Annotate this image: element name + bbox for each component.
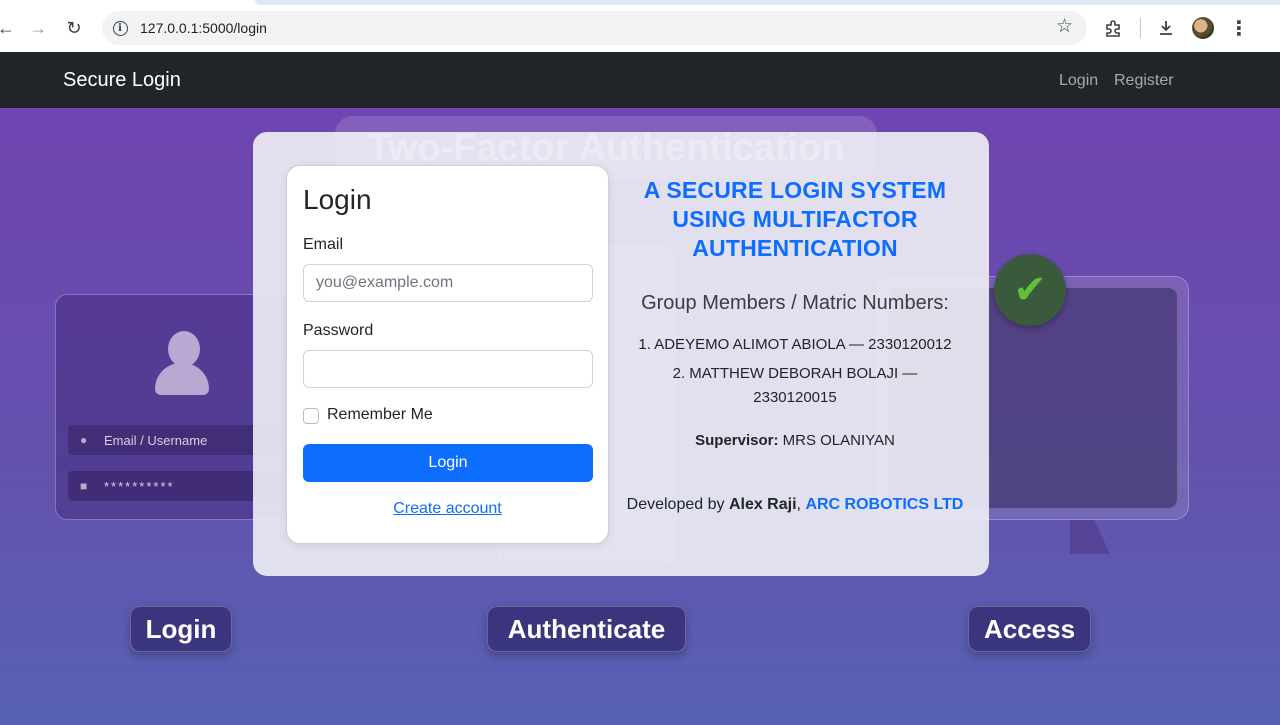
user-icon: ●	[80, 433, 88, 447]
browser-toolbar: ← → ↻ i 127.0.0.1:5000/login ☆ ⋮	[0, 0, 1280, 52]
menu-kebab-icon[interactable]: ⋮	[1224, 13, 1254, 43]
forward-icon[interactable]: →	[24, 14, 52, 42]
login-card: Login Email Password Remember Me Login C…	[286, 165, 609, 544]
checkmark-icon: ✔	[994, 254, 1066, 326]
navbar-brand[interactable]: Secure Login	[63, 69, 181, 92]
site-navbar: Secure Login Login Register	[0, 52, 1280, 108]
site-info-icon[interactable]: i	[104, 20, 136, 36]
nav-link-login[interactable]: Login	[1059, 72, 1098, 90]
tab-strip	[255, 0, 1280, 5]
member-item: 2. MATTHEW DEBORAH BOLAJI — 2330120015	[672, 365, 918, 406]
credit-separator: ,	[796, 496, 801, 513]
email-label: Email	[303, 236, 344, 253]
supervisor-line: Supervisor: MRS OLANIYAN	[618, 432, 972, 449]
profile-avatar[interactable]	[1192, 17, 1214, 39]
create-account-link[interactable]: Create account	[287, 500, 608, 518]
toolbar-divider	[1140, 18, 1141, 38]
lock-icon: ■	[80, 479, 90, 493]
supervisor-name: MRS OLANIYAN	[782, 432, 895, 449]
login-title: Login	[303, 184, 372, 215]
members-heading: Group Members / Matric Numbers:	[641, 292, 949, 314]
user-avatar-body	[155, 363, 209, 395]
remember-me-label[interactable]: Remember Me	[327, 406, 433, 424]
developed-by-text: Developed by	[626, 496, 725, 513]
project-info: A SECURE LOGIN SYSTEM USING MULTIFACTOR …	[618, 176, 972, 449]
download-icon[interactable]	[1151, 13, 1181, 43]
back-icon[interactable]: ←	[0, 14, 20, 42]
extensions-icon[interactable]	[1098, 13, 1128, 43]
developer-credit: Developed by Alex Raji, ARC ROBOTICS LTD	[618, 496, 972, 514]
step-label-login: Login	[130, 606, 232, 652]
member-item: 1. ADEYEMO ALIMOT ABIOLA — 2330120012	[638, 336, 952, 353]
supervisor-label: Supervisor:	[695, 432, 779, 449]
nav-link-register[interactable]: Register	[1114, 72, 1174, 90]
company-link[interactable]: ARC ROBOTICS LTD	[805, 496, 963, 513]
remember-me-checkbox[interactable]	[303, 408, 319, 424]
login-button[interactable]: Login	[303, 444, 593, 482]
background-monitor-stand	[1070, 520, 1110, 554]
address-bar[interactable]: i 127.0.0.1:5000/login ☆	[102, 11, 1087, 45]
email-field[interactable]	[303, 264, 593, 302]
step-label-authenticate: Authenticate	[487, 606, 686, 652]
url-text[interactable]: 127.0.0.1:5000/login	[140, 20, 267, 36]
bookmark-star-icon[interactable]: ☆	[1056, 17, 1073, 36]
user-avatar-icon	[168, 331, 200, 367]
password-label: Password	[303, 322, 374, 339]
project-title: A SECURE LOGIN SYSTEM USING MULTIFACTOR …	[643, 177, 947, 261]
developer-name: Alex Raji	[728, 496, 797, 513]
step-label-access: Access	[968, 606, 1091, 652]
reload-icon[interactable]: ↻	[60, 14, 88, 42]
password-field[interactable]	[303, 350, 593, 388]
